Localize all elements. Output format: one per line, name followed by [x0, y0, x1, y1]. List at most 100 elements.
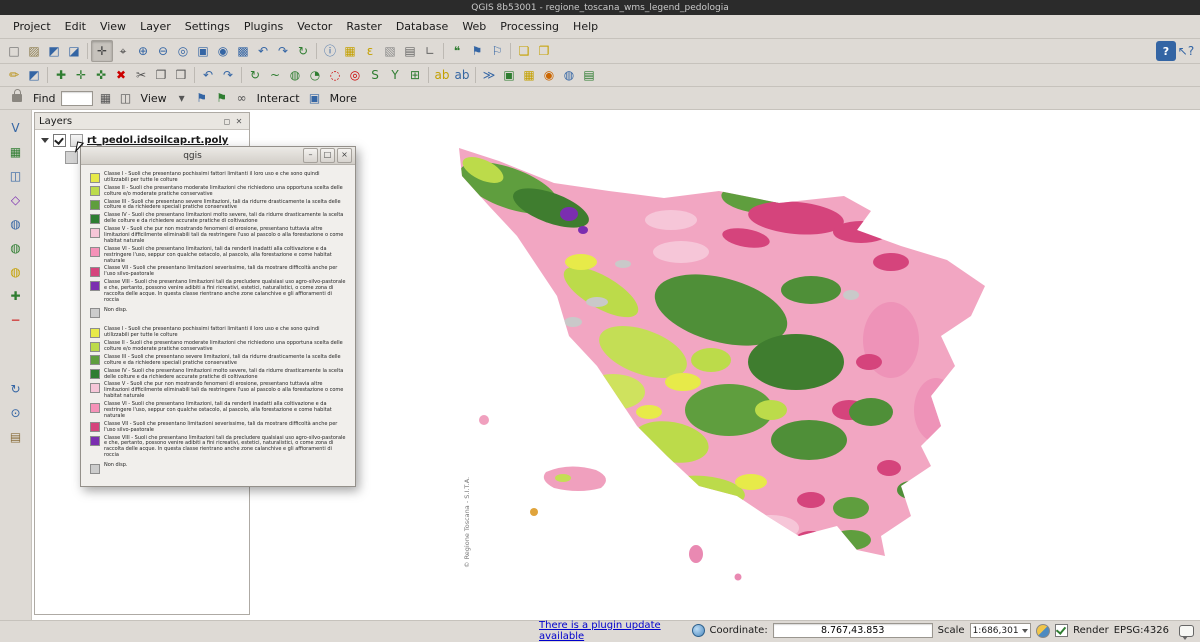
- reshape-features-icon[interactable]: S: [365, 65, 385, 85]
- link-icon[interactable]: ∞: [232, 88, 252, 108]
- zoom-full-icon[interactable]: ▣: [193, 41, 213, 61]
- add-ring-icon[interactable]: ◍: [285, 65, 305, 85]
- text-annotation-icon[interactable]: ❏: [514, 41, 534, 61]
- menu-raster[interactable]: Raster: [339, 17, 388, 36]
- snapshot-icon[interactable]: ◫: [116, 88, 136, 108]
- pin-icon[interactable]: ⚑: [192, 88, 212, 108]
- simplify-feature-icon[interactable]: ~: [265, 65, 285, 85]
- plugin-grid-icon[interactable]: ▣: [499, 65, 519, 85]
- help-contents-icon[interactable]: ?: [1156, 41, 1176, 61]
- add-wcs-layer-icon[interactable]: ◍: [5, 238, 27, 257]
- plugin-target-icon[interactable]: ◉: [539, 65, 559, 85]
- layer-visibility-checkbox[interactable]: [53, 134, 66, 147]
- zoom-last-icon[interactable]: ↶: [253, 41, 273, 61]
- map-tips-icon[interactable]: ❝: [447, 41, 467, 61]
- delete-ring-icon[interactable]: ◌: [325, 65, 345, 85]
- plugin-sheet-icon[interactable]: ▤: [579, 65, 599, 85]
- window-titlebar[interactable]: QGIS 8b53001 - regione_toscana_wms_legen…: [0, 0, 1200, 15]
- view-dropdown-icon[interactable]: ▾: [172, 88, 192, 108]
- map-canvas[interactable]: © Regione Toscana - S.I.T.A.: [251, 110, 1200, 620]
- dialog-maximize-button[interactable]: □: [320, 148, 335, 163]
- panel-close-icon[interactable]: ✕: [233, 115, 245, 127]
- measure-icon[interactable]: ∟: [420, 41, 440, 61]
- zoom-tool-icon[interactable]: ⊙: [5, 403, 27, 422]
- pin-alt-icon[interactable]: ⚑: [212, 88, 232, 108]
- add-part-icon[interactable]: ◔: [305, 65, 325, 85]
- merge-features-icon[interactable]: ⊞: [405, 65, 425, 85]
- menu-help[interactable]: Help: [566, 17, 605, 36]
- labeling-icon[interactable]: ab: [432, 65, 452, 85]
- add-wms-layer-icon[interactable]: ◍: [5, 214, 27, 233]
- move-feature-icon[interactable]: ✛: [71, 65, 91, 85]
- select-by-expression-icon[interactable]: ε: [360, 41, 380, 61]
- menu-project[interactable]: Project: [6, 17, 58, 36]
- plugin-globe-icon[interactable]: ◍: [559, 65, 579, 85]
- attribute-table-icon[interactable]: ▤: [400, 41, 420, 61]
- node-tool-icon[interactable]: ✜: [91, 65, 111, 85]
- undo-icon[interactable]: ↶: [198, 65, 218, 85]
- interact-icon[interactable]: ▣: [305, 88, 325, 108]
- menu-plugins[interactable]: Plugins: [237, 17, 290, 36]
- show-bookmarks-icon[interactable]: ⚐: [487, 41, 507, 61]
- zoom-to-layer-icon[interactable]: ▩: [233, 41, 253, 61]
- whats-this-icon[interactable]: ↖?: [1176, 41, 1196, 61]
- pan-to-selection-icon[interactable]: ⌖: [113, 41, 133, 61]
- menu-vector[interactable]: Vector: [290, 17, 339, 36]
- plugin-update-link[interactable]: There is a plugin update available: [539, 620, 687, 642]
- help-book-icon[interactable]: ▤: [5, 427, 27, 446]
- menu-processing[interactable]: Processing: [493, 17, 566, 36]
- grid-icon[interactable]: ▦: [96, 88, 116, 108]
- paste-features-icon[interactable]: ❒: [171, 65, 191, 85]
- delete-selected-icon[interactable]: ✖: [111, 65, 131, 85]
- legend-dialog-titlebar[interactable]: qgis – □ ×: [81, 147, 355, 165]
- menu-layer[interactable]: Layer: [133, 17, 178, 36]
- find-input[interactable]: [61, 91, 93, 106]
- delete-part-icon[interactable]: ◎: [345, 65, 365, 85]
- cut-features-icon[interactable]: ✂: [131, 65, 151, 85]
- plugin-globe-icon[interactable]: [692, 624, 705, 637]
- new-bookmark-icon[interactable]: ⚑: [467, 41, 487, 61]
- render-checkbox[interactable]: [1055, 624, 1068, 637]
- zoom-in-icon[interactable]: ⊕: [133, 41, 153, 61]
- menu-edit[interactable]: Edit: [58, 17, 93, 36]
- select-features-icon[interactable]: ▦: [340, 41, 360, 61]
- dialog-close-button[interactable]: ×: [337, 148, 352, 163]
- save-edits-icon[interactable]: ◩: [24, 65, 44, 85]
- new-project-icon[interactable]: □: [4, 41, 24, 61]
- deselect-features-icon[interactable]: ▧: [380, 41, 400, 61]
- coordinate-input[interactable]: [773, 623, 933, 638]
- dialog-minimize-button[interactable]: –: [303, 148, 318, 163]
- stop-render-icon[interactable]: [1036, 624, 1050, 638]
- scale-combo[interactable]: 1:686,301: [970, 623, 1032, 638]
- rotate-feature-icon[interactable]: ↻: [245, 65, 265, 85]
- plugin-refresh-icon[interactable]: ↻: [5, 379, 27, 398]
- zoom-out-icon[interactable]: ⊖: [153, 41, 173, 61]
- zoom-to-selection-icon[interactable]: ◉: [213, 41, 233, 61]
- add-spatialite-layer-icon[interactable]: ◇: [5, 190, 27, 209]
- toggle-editing-icon[interactable]: ✏: [4, 65, 24, 85]
- save-project-as-icon[interactable]: ◪: [64, 41, 84, 61]
- add-feature-icon[interactable]: ✚: [51, 65, 71, 85]
- crs-label[interactable]: EPSG:4326: [1114, 625, 1169, 636]
- menu-settings[interactable]: Settings: [178, 17, 237, 36]
- open-project-icon[interactable]: ▨: [24, 41, 44, 61]
- copy-features-icon[interactable]: ❐: [151, 65, 171, 85]
- log-messages-icon[interactable]: [1179, 625, 1194, 637]
- expander-icon[interactable]: [41, 138, 49, 143]
- zoom-next-icon[interactable]: ↷: [273, 41, 293, 61]
- add-raster-layer-icon[interactable]: ▦: [5, 142, 27, 161]
- move-label-icon[interactable]: ab: [452, 65, 472, 85]
- menu-web[interactable]: Web: [455, 17, 493, 36]
- refresh-map-icon[interactable]: ↻: [293, 41, 313, 61]
- split-features-icon[interactable]: Y: [385, 65, 405, 85]
- panel-float-icon[interactable]: ◻: [221, 115, 233, 127]
- lock-icon[interactable]: [12, 94, 22, 102]
- add-postgis-layer-icon[interactable]: ◫: [5, 166, 27, 185]
- legend-dialog[interactable]: qgis – □ × Classe I - Suoli che presenta…: [80, 146, 356, 487]
- layer-name[interactable]: rt_pedol.idsoilcap.rt.poly: [87, 135, 228, 146]
- redo-icon[interactable]: ↷: [218, 65, 238, 85]
- add-wfs-layer-icon[interactable]: ◍: [5, 262, 27, 281]
- plugin-table-icon[interactable]: ▦: [519, 65, 539, 85]
- zoom-actual-icon[interactable]: ◎: [173, 41, 193, 61]
- save-project-icon[interactable]: ◩: [44, 41, 64, 61]
